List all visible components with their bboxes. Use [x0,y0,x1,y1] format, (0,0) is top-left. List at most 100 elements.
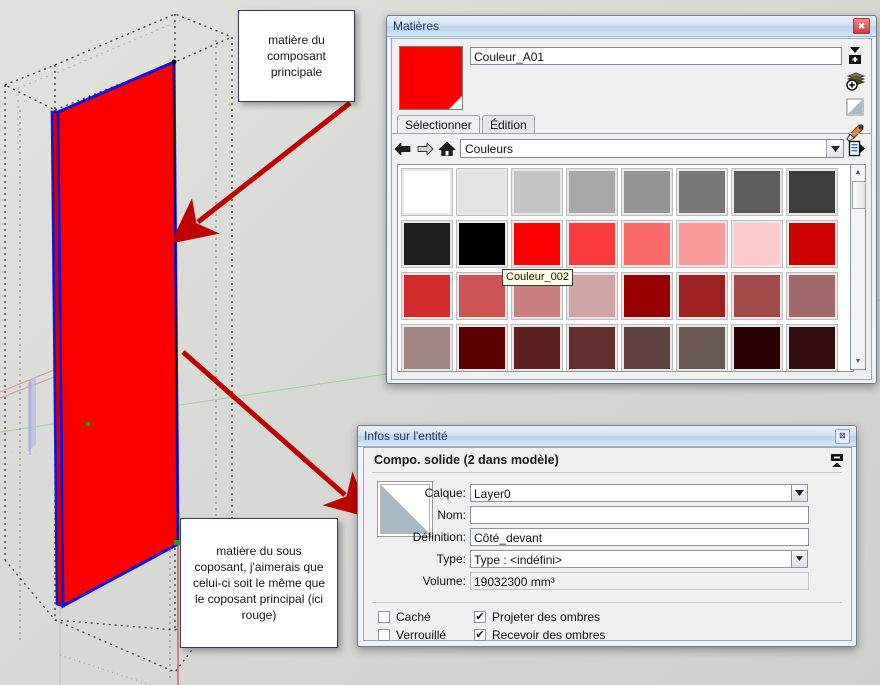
collapse-toggle-button[interactable] [829,452,845,470]
swatch-tooltip: Couleur_002 [502,269,573,286]
hidden-checkbox-label: Caché [396,610,431,624]
color-swatch[interactable] [511,168,563,216]
swatch-corner-marker [449,96,462,109]
color-swatch[interactable] [511,324,563,371]
color-swatch[interactable] [731,220,783,268]
tabs-divider [392,133,871,134]
arrow-left-icon[interactable] [392,138,414,160]
scroll-down-arrow-icon[interactable]: ▼ [851,354,865,369]
color-swatch[interactable] [731,324,783,371]
type-field-row: Type: Type : <indéfini> [394,549,844,568]
header-divider [372,472,842,473]
layer-field-label: Calque: [424,485,466,500]
annotation-arrow-1 [170,101,352,244]
cast-shadows-checkbox-row[interactable]: ✔ Projeter des ombres [474,610,600,624]
color-swatch[interactable] [401,168,453,216]
color-swatch[interactable] [676,220,728,268]
entity-info-body: Compo. solide (2 dans modèle) Calque: La… [363,447,852,642]
locked-checkbox-label: Verrouillé [396,628,447,642]
definition-field-label: Définition: [412,529,466,544]
color-swatch[interactable] [621,272,673,320]
materials-body: Couleur_A01 Sélectionner Édition Couleur… [391,38,872,380]
color-swatch[interactable] [456,168,508,216]
color-swatch[interactable] [456,220,508,268]
locked-checkbox[interactable] [378,629,390,641]
receive-shadows-checkbox-row[interactable]: ✔ Recevoir des ombres [474,628,605,642]
materials-title: Matières [393,19,440,33]
cast-shadows-checkbox[interactable]: ✔ [474,611,486,623]
chevron-down-icon[interactable] [826,140,843,157]
name-field[interactable] [470,505,809,524]
arrow-right-icon[interactable] [414,138,436,160]
details-panel-icon[interactable] [846,138,868,160]
library-nav-row: Couleurs [392,135,871,162]
material-stack-add-icon[interactable] [843,69,867,93]
home-icon[interactable] [436,138,458,160]
color-swatch[interactable] [566,272,618,320]
color-swatch[interactable] [401,272,453,320]
color-swatch[interactable] [676,324,728,371]
color-swatch[interactable] [566,220,618,268]
name-field-label: Nom: [437,507,466,522]
chevron-down-icon[interactable] [792,549,808,568]
entity-info-title: Infos sur l'entité [364,429,448,443]
locked-checkbox-row[interactable]: Verrouillé [378,628,446,642]
color-swatch[interactable] [676,272,728,320]
color-swatch[interactable] [621,220,673,268]
materials-tabs: Sélectionner Édition [392,115,871,134]
materials-window[interactable]: Matières ✖ Couleur_A01 Sélectionner Édit… [386,15,877,384]
tab-edition[interactable]: Édition [482,115,535,134]
create-material-icon[interactable] [843,43,867,67]
material-name-input[interactable]: Couleur_A01 [470,47,842,65]
color-swatch[interactable] [786,324,838,371]
type-field-label: Type: [436,551,466,566]
receive-shadows-checkbox-label: Recevoir des ombres [492,628,606,642]
tab-selectionner[interactable]: Sélectionner [397,115,480,134]
current-material-swatch[interactable] [399,46,463,110]
color-swatch[interactable] [456,324,508,371]
library-select-value: Couleurs [465,141,514,156]
callout-main-component-material: matière du composant principale [238,10,355,102]
color-swatch[interactable] [731,168,783,216]
scroll-up-arrow-icon[interactable]: ▲ [851,165,865,180]
color-swatch[interactable] [786,220,838,268]
entity-type-heading: Compo. solide (2 dans modèle) [374,453,559,467]
volume-field: 19032300 mm³ [470,571,809,590]
volume-field-label: Volume: [422,573,466,588]
color-swatch[interactable] [566,168,618,216]
swatch-grid-scrollbar[interactable]: ▲ ▼ [850,164,866,370]
color-swatch[interactable] [401,324,453,371]
checkmark-icon: ✔ [475,610,485,623]
chevron-down-icon[interactable] [792,483,808,502]
color-swatch[interactable] [566,324,618,371]
close-button[interactable]: ⊠ [835,428,850,444]
color-swatch[interactable] [621,324,673,371]
type-field[interactable]: Type : <indéfini> [470,549,792,568]
color-swatch[interactable] [786,168,838,216]
layer-field[interactable]: Layer0 [470,483,792,502]
callout-subcomponent-material: matière du sous coposant, j'aimerais que… [180,518,338,648]
color-swatch[interactable] [786,272,838,320]
close-button[interactable]: ✖ [853,18,870,34]
color-swatch[interactable] [456,272,508,320]
hidden-checkbox-row[interactable]: Caché [378,610,431,624]
scrollbar-thumb[interactable] [852,181,866,209]
color-swatch[interactable] [511,220,563,268]
color-swatch[interactable] [676,168,728,216]
receive-shadows-checkbox[interactable]: ✔ [474,629,486,641]
color-swatch-grid[interactable] [397,164,854,372]
color-swatch[interactable] [621,168,673,216]
selected-face [56,59,180,609]
current-material-row: Couleur_A01 [392,39,871,142]
entity-info-titlebar: Infos sur l'entité ⊠ [358,426,856,447]
definition-field[interactable]: Côté_devant [470,527,809,546]
hidden-checkbox[interactable] [378,611,390,623]
library-select[interactable]: Couleurs [460,139,844,158]
checkmark-icon: ✔ [475,628,485,641]
cast-shadows-checkbox-label: Projeter des ombres [492,610,601,624]
color-swatch[interactable] [401,220,453,268]
callout-text: matière du composant principale [267,33,326,79]
entity-info-window[interactable]: Infos sur l'entité ⊠ Compo. solide (2 da… [357,425,857,647]
annotation-arrow-2 [181,350,372,519]
color-swatch[interactable] [731,272,783,320]
